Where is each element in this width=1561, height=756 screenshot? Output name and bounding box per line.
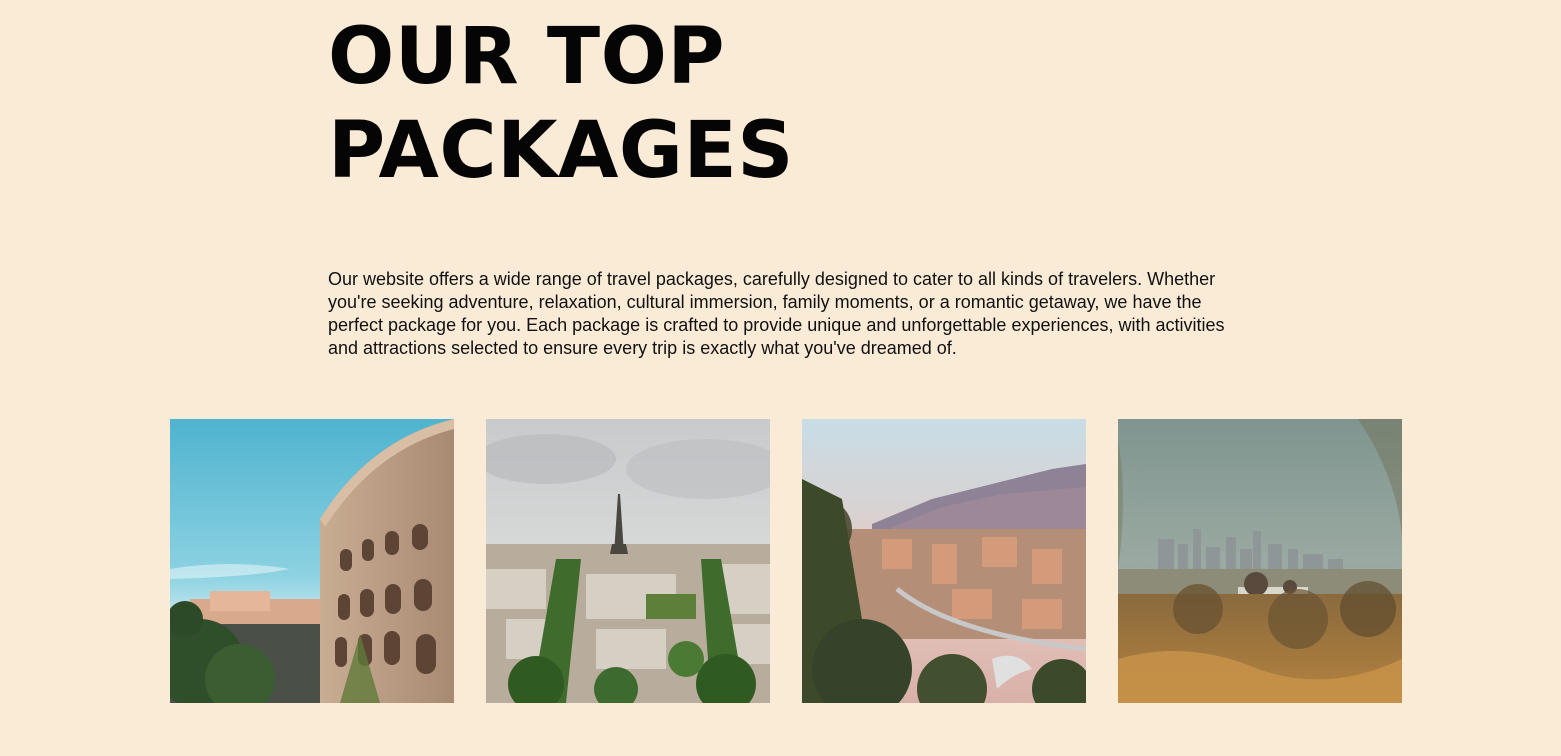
package-card-mountain-city[interactable] bbox=[802, 419, 1086, 703]
section-title-line-1: OUR TOP bbox=[328, 12, 726, 102]
mountain-city-photo bbox=[802, 419, 1086, 703]
intro-paragraph: Our website offers a wide range of trave… bbox=[328, 269, 1225, 358]
section-title-line-2: PACKAGES bbox=[328, 106, 794, 196]
section-title: OUR TOP PACKAGES bbox=[328, 10, 794, 198]
los-angeles-skyline-photo bbox=[1118, 419, 1402, 703]
colosseum-photo bbox=[170, 419, 454, 703]
package-card-colosseum[interactable] bbox=[170, 419, 454, 703]
packages-gallery bbox=[170, 419, 1402, 703]
package-card-los-angeles[interactable] bbox=[1118, 419, 1402, 703]
package-card-paris[interactable] bbox=[486, 419, 770, 703]
paris-eiffel-tower-photo bbox=[486, 419, 770, 703]
